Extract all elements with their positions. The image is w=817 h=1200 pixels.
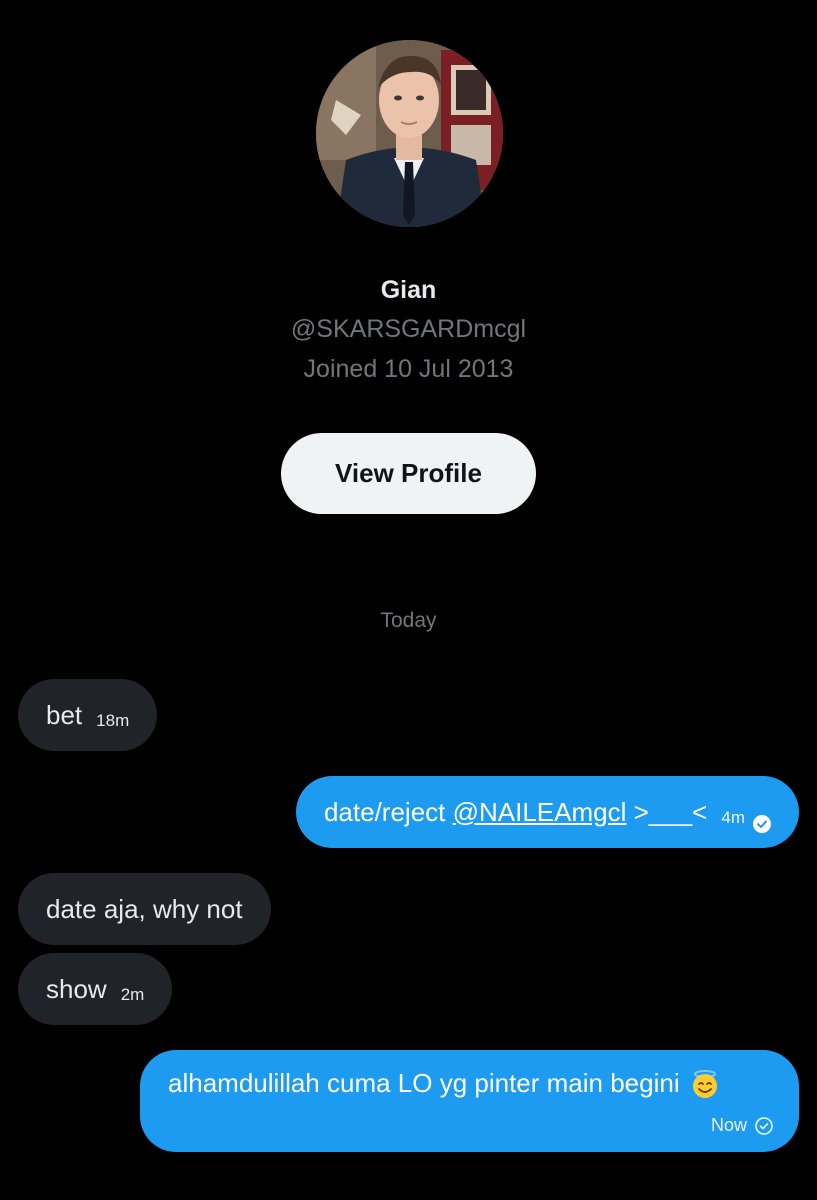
message-time: 18m (96, 711, 130, 730)
date-separator: Today (380, 609, 437, 632)
message-text: date/reject @NAILEAmgcl >___< (324, 797, 707, 828)
profile-handle: @SKARSGARDmcgl (290, 315, 527, 343)
message-text: bet (46, 699, 83, 730)
profile-name: Gian (380, 276, 437, 304)
avatar-image (316, 40, 503, 227)
message-time: 2m (120, 985, 145, 1004)
mention-link[interactable]: @NAILEAmgcl (453, 797, 627, 827)
message-text: show (46, 973, 107, 1004)
message-bubble-received[interactable]: date aja, why not (18, 873, 271, 945)
message-text: date aja, why not (46, 893, 243, 924)
sent-check-icon (755, 1116, 773, 1135)
message-time: Now (710, 1115, 747, 1135)
message-bubble-received[interactable]: bet 18m (18, 679, 158, 751)
message-text-prefix: date/reject (323, 796, 453, 827)
message-bubble-sent[interactable]: date/reject @NAILEAmgcl >___< 4m (295, 776, 799, 848)
message-bubble-received[interactable]: show 2m (18, 953, 173, 1025)
profile-avatar[interactable] (316, 40, 503, 227)
view-profile-button[interactable]: View Profile (281, 433, 536, 514)
read-check-icon (753, 809, 771, 833)
profile-joined-date: Joined 10 Jul 2013 (303, 355, 514, 383)
message-bubble-sent[interactable]: alhamdulillah cuma LO yg pinter main beg… (140, 1050, 799, 1152)
message-text: alhamdulillah cuma LO yg pinter main beg… (168, 1068, 680, 1098)
message-time: 4m (721, 808, 745, 827)
message-text-suffix: >___< (626, 796, 708, 827)
smiling-face-with-halo-icon (690, 1069, 720, 1099)
